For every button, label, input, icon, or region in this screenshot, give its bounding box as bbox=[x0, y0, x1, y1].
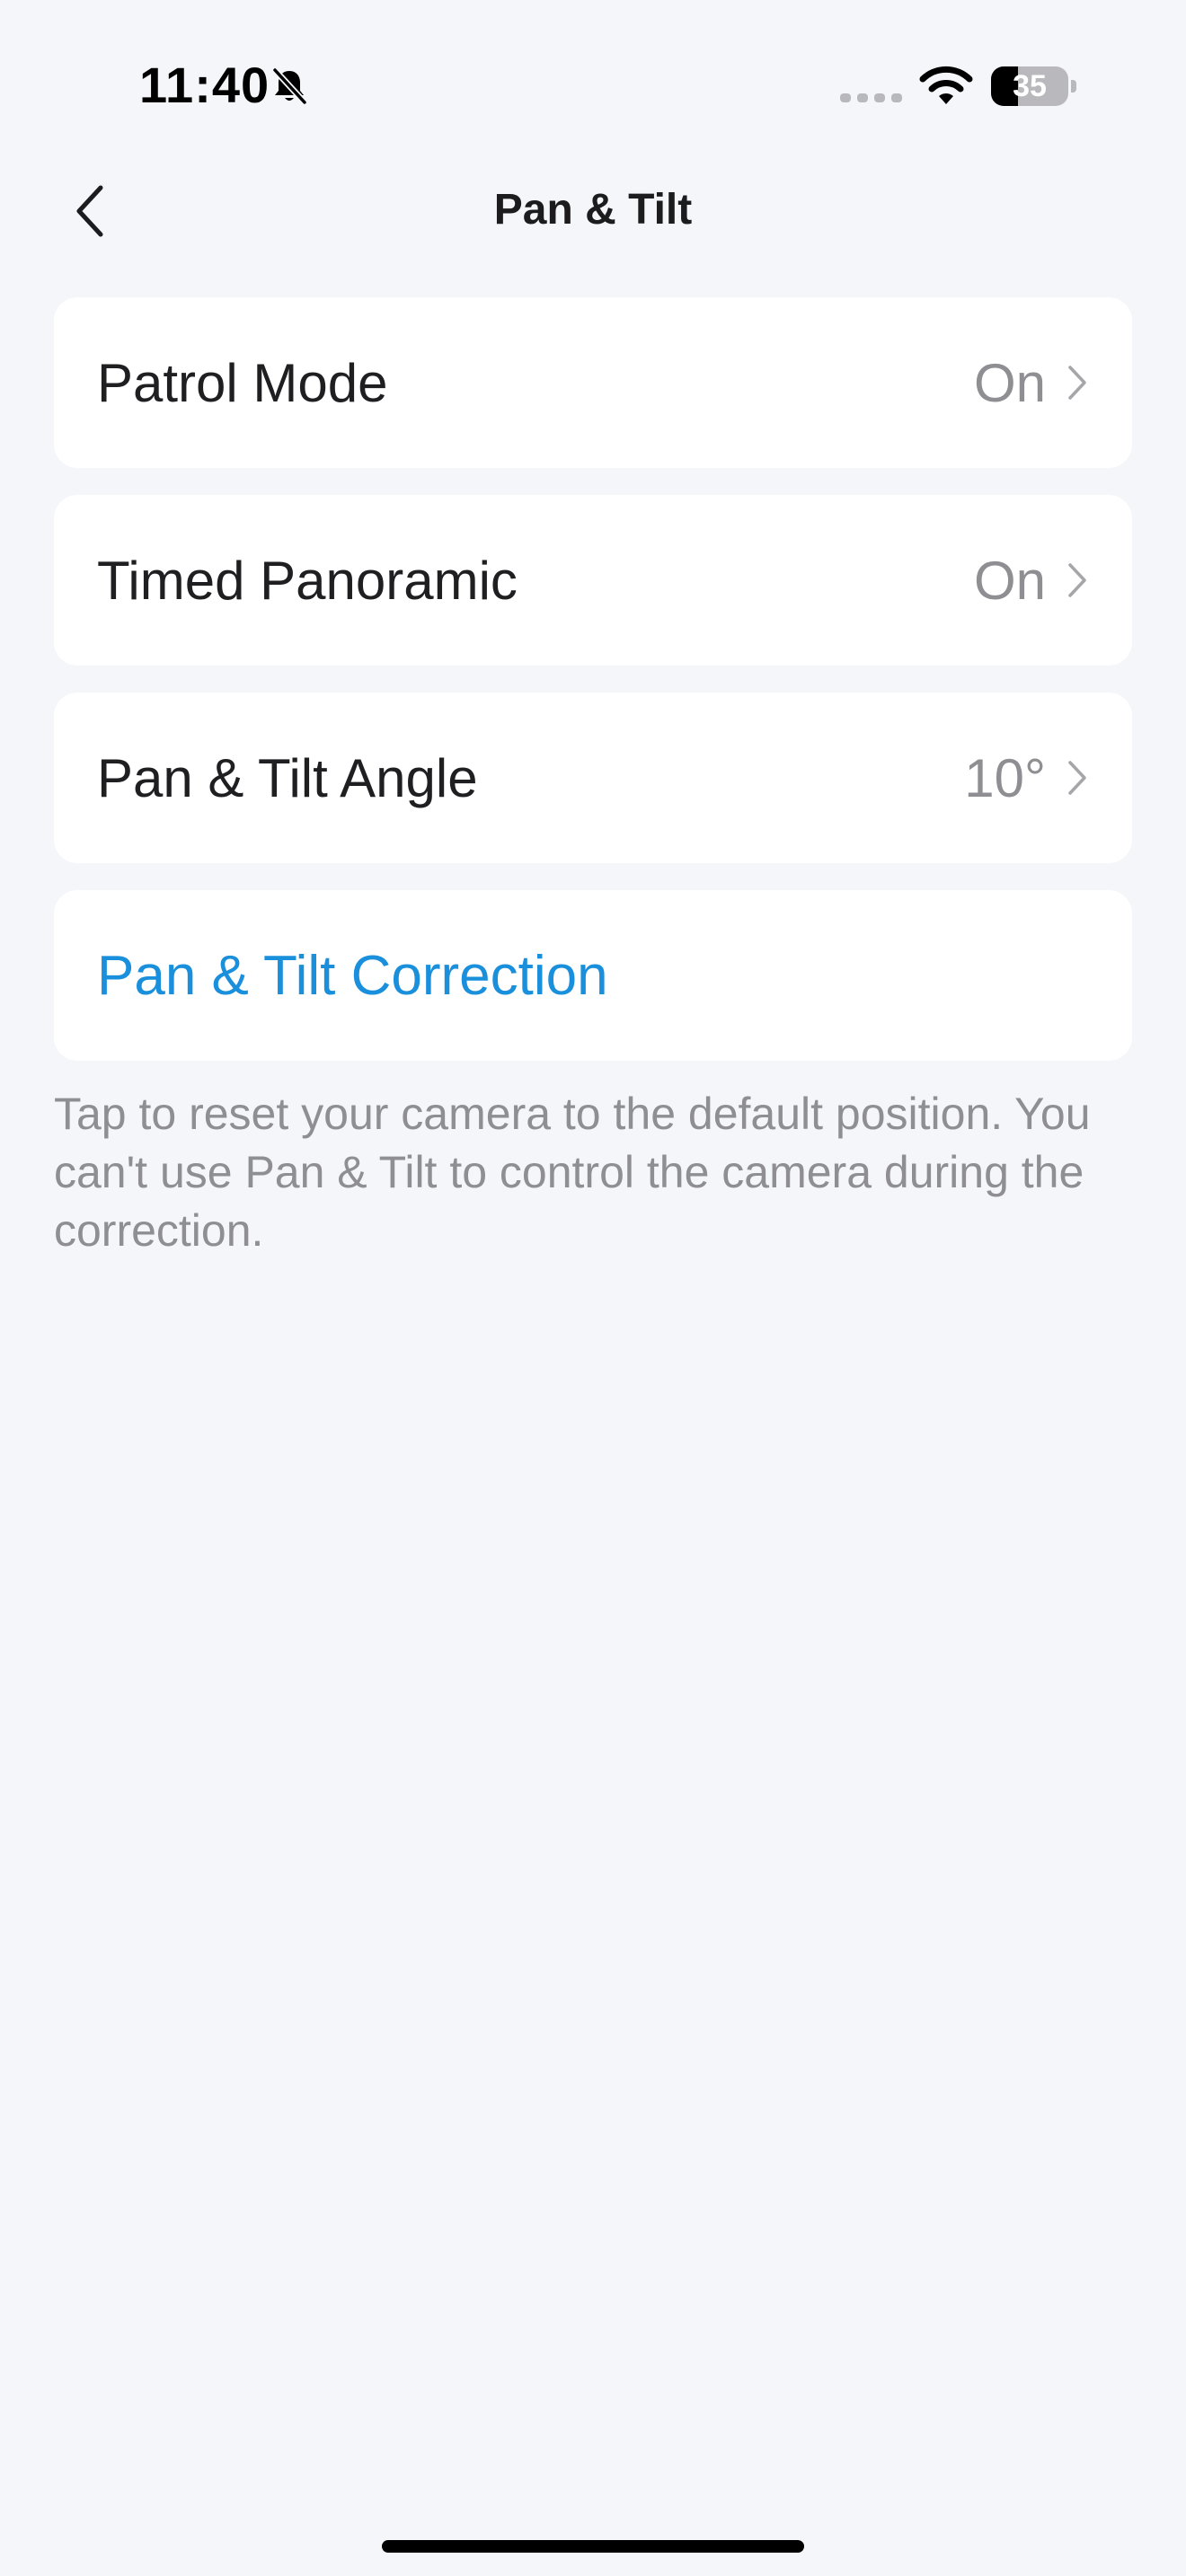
pan-tilt-correction-button[interactable]: Pan & Tilt Correction bbox=[54, 890, 1132, 1061]
chevron-left-icon bbox=[76, 185, 103, 237]
wifi-icon bbox=[919, 66, 973, 104]
row-value: On bbox=[973, 550, 1046, 611]
row-value: 10° bbox=[964, 747, 1046, 808]
correction-label: Pan & Tilt Correction bbox=[97, 944, 608, 1007]
row-label: Timed Panoramic bbox=[97, 550, 518, 611]
battery-cap bbox=[1071, 80, 1076, 93]
page-title: Pan & Tilt bbox=[493, 186, 693, 234]
bell-slash-icon bbox=[272, 67, 307, 105]
battery-body: 35 bbox=[991, 66, 1068, 106]
chevron-right-icon bbox=[1068, 563, 1086, 597]
timed-panoramic-row[interactable]: Timed Panoramic On bbox=[54, 495, 1132, 666]
chevron-right-icon bbox=[1068, 761, 1086, 795]
patrol-mode-row[interactable]: Patrol Mode On bbox=[54, 297, 1132, 468]
back-button[interactable] bbox=[49, 171, 130, 251]
row-value-group: On bbox=[974, 352, 1089, 414]
navigation-bar: Pan & Tilt bbox=[0, 162, 1186, 260]
status-time: 11:40 bbox=[139, 57, 270, 113]
cellular-signal-icon bbox=[840, 93, 902, 102]
pan-tilt-angle-row[interactable]: Pan & Tilt Angle 10° bbox=[54, 693, 1132, 863]
row-value-group: On bbox=[974, 550, 1089, 612]
row-label: Pan & Tilt Angle bbox=[97, 747, 478, 808]
battery-level: 35 bbox=[1013, 69, 1047, 103]
row-value: On bbox=[973, 352, 1046, 413]
correction-description: Tap to reset your camera to the default … bbox=[54, 1089, 1091, 1256]
battery-icon: 35 bbox=[991, 66, 1076, 106]
chevron-right-icon bbox=[1068, 366, 1086, 400]
status-bar: 11:40 35 bbox=[0, 0, 1186, 171]
home-indicator[interactable] bbox=[382, 2540, 804, 2553]
row-value-group: 10° bbox=[964, 747, 1089, 809]
row-label: Patrol Mode bbox=[97, 352, 388, 413]
